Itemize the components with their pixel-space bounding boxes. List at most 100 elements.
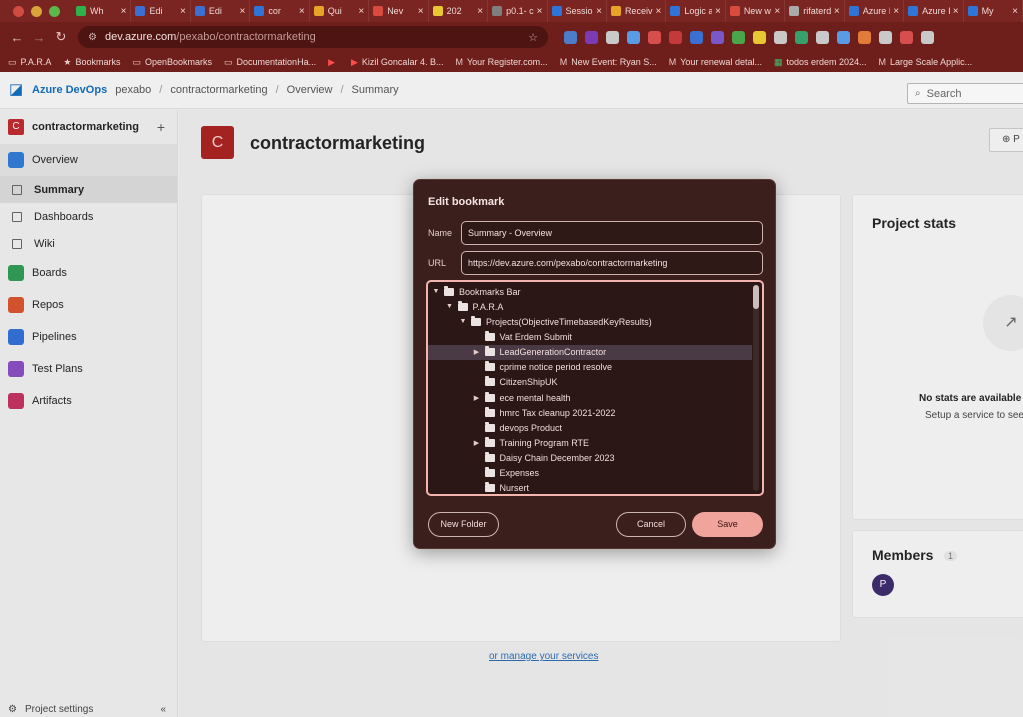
- tab-close-icon[interactable]: ×: [1012, 6, 1018, 17]
- folder-tree-item[interactable]: ▶ LeadGenerationContractor: [428, 344, 752, 360]
- folder-tree-item[interactable]: ▶ ece mental health: [428, 390, 752, 405]
- bookmark-item[interactable]: ▭ OpenBookmarks: [132, 57, 212, 68]
- tab-close-icon[interactable]: ×: [596, 6, 602, 17]
- browser-tab[interactable]: cor ×: [250, 0, 310, 22]
- bookmark-item[interactable]: ▶ Kizil Goncalar 4. B...: [351, 57, 443, 68]
- tab-close-icon[interactable]: ×: [358, 6, 364, 17]
- tab-close-icon[interactable]: ×: [477, 6, 483, 17]
- scrollbar[interactable]: [753, 285, 759, 491]
- folder-tree-item[interactable]: CitizenShipUK: [428, 375, 752, 390]
- browser-tab[interactable]: Edi ×: [131, 0, 191, 22]
- tab-close-icon[interactable]: ×: [893, 6, 899, 17]
- scrollbar-thumb[interactable]: [753, 285, 759, 309]
- bookmark-item[interactable]: M New Event: Ryan S...: [560, 57, 657, 67]
- folder-tree[interactable]: ▼ Bookmarks Bar ▼ P.A.R.A ▼ Projects(Objectiv…: [426, 280, 764, 496]
- tab-close-icon[interactable]: ×: [537, 6, 543, 17]
- bookmark-item[interactable]: M Your Register.com...: [455, 57, 547, 67]
- chevron-right-icon[interactable]: ▶: [472, 439, 482, 447]
- tab-close-icon[interactable]: ×: [953, 6, 959, 17]
- extension-icon[interactable]: [585, 30, 598, 44]
- tab-close-icon[interactable]: ×: [180, 6, 186, 17]
- bookmark-item[interactable]: M Large Scale Applic...: [879, 57, 973, 67]
- browser-tab[interactable]: Sessio ×: [548, 0, 607, 22]
- address-bar[interactable]: ⚙ dev.azure.com/pexabo/contractormarketi…: [78, 26, 548, 48]
- browser-tab[interactable]: 202 ×: [429, 0, 489, 22]
- tab-close-icon[interactable]: ×: [656, 6, 662, 17]
- folder-tree-item[interactable]: devops Product: [428, 420, 752, 435]
- expand-down-icon[interactable]: ▼: [458, 318, 468, 325]
- bookmark-star-icon[interactable]: ☆: [528, 31, 538, 44]
- bookmark-item[interactable]: ★ Bookmarks: [63, 57, 120, 68]
- name-field[interactable]: [461, 221, 763, 245]
- folder-tree-item[interactable]: ▼ Bookmarks Bar: [428, 284, 752, 299]
- folder-tree-item[interactable]: ▼ Projects(ObjectiveTimebasedKeyResults): [428, 314, 752, 329]
- minimize-window-button[interactable]: [31, 5, 42, 17]
- browser-tab[interactable]: Azure I ×: [845, 0, 905, 22]
- folder-tree-item[interactable]: cprime notice period resolve: [428, 360, 752, 375]
- bookmark-item[interactable]: ▶: [328, 57, 339, 68]
- folder-tree-item[interactable]: hmrc Tax cleanup 2021-2022: [428, 405, 752, 420]
- extension-icon[interactable]: [900, 30, 913, 44]
- tab-close-icon[interactable]: ×: [715, 6, 721, 17]
- close-window-button[interactable]: [13, 5, 24, 17]
- save-button[interactable]: Save: [692, 512, 763, 537]
- tab-close-icon[interactable]: ×: [239, 6, 245, 17]
- cancel-button[interactable]: Cancel: [616, 512, 686, 537]
- tab-close-icon[interactable]: ×: [299, 6, 305, 17]
- bookmark-item[interactable]: ▦ todos erdem 2024...: [774, 57, 867, 68]
- folder-icon: [484, 421, 495, 432]
- extension-icon[interactable]: [921, 30, 934, 44]
- folder-tree-item[interactable]: Expenses: [428, 466, 752, 481]
- browser-tab[interactable]: New w ×: [726, 0, 786, 22]
- extension-icon[interactable]: [606, 30, 619, 44]
- browser-tab[interactable]: Qui ×: [310, 0, 370, 22]
- expand-down-icon[interactable]: ▼: [445, 303, 455, 310]
- new-folder-button[interactable]: New Folder: [428, 512, 499, 537]
- extension-icon[interactable]: [816, 30, 829, 44]
- expand-down-icon[interactable]: ▼: [431, 288, 441, 295]
- back-icon[interactable]: ←: [6, 30, 28, 45]
- extension-icon[interactable]: [858, 30, 871, 44]
- tab-close-icon[interactable]: ×: [418, 6, 424, 17]
- extension-icon[interactable]: [795, 30, 808, 44]
- browser-tab[interactable]: p0.1- c ×: [488, 0, 548, 22]
- extension-icon[interactable]: [690, 30, 703, 44]
- extension-icon[interactable]: [627, 30, 640, 44]
- browser-tab[interactable]: rifaterd ×: [785, 0, 845, 22]
- chevron-right-icon[interactable]: ▶: [472, 394, 482, 402]
- browser-tab[interactable]: Edi ×: [191, 0, 251, 22]
- bookmark-item[interactable]: ▭ DocumentationHa...: [224, 57, 316, 68]
- tab-close-icon[interactable]: ×: [774, 6, 780, 17]
- extension-icon[interactable]: [669, 30, 682, 44]
- folder-tree-item[interactable]: Nursert: [428, 481, 752, 494]
- reload-icon[interactable]: ↻: [50, 29, 72, 45]
- bookmark-item[interactable]: M Your renewal detal...: [669, 57, 762, 67]
- folder-tree-item[interactable]: ▼ P.A.R.A: [428, 299, 752, 314]
- extension-icon[interactable]: [711, 30, 724, 44]
- extension-icon[interactable]: [564, 30, 577, 44]
- folder-icon: ▭: [224, 56, 233, 67]
- url-field[interactable]: [461, 251, 763, 275]
- forward-icon[interactable]: →: [28, 30, 50, 45]
- browser-tab[interactable]: Azure I ×: [904, 0, 964, 22]
- bookmark-item[interactable]: ▭ P.A.R.A: [8, 57, 51, 68]
- browser-tab[interactable]: My ×: [964, 0, 1023, 22]
- browser-tab[interactable]: Nev ×: [369, 0, 429, 22]
- folder-tree-item[interactable]: ▶ Training Program RTE: [428, 436, 752, 451]
- extension-icon[interactable]: [753, 30, 766, 44]
- maximize-window-button[interactable]: [49, 5, 60, 17]
- extension-icon[interactable]: [879, 30, 892, 44]
- browser-tab[interactable]: Receiv ×: [607, 0, 667, 22]
- tab-close-icon[interactable]: ×: [121, 6, 127, 17]
- extension-icon[interactable]: [648, 30, 661, 44]
- chevron-right-icon[interactable]: ▶: [472, 348, 482, 356]
- tab-close-icon[interactable]: ×: [834, 6, 840, 17]
- folder-tree-item[interactable]: Vat Erdem Submit: [428, 329, 752, 344]
- extension-icon[interactable]: [774, 30, 787, 44]
- extension-icon[interactable]: [837, 30, 850, 44]
- folder-tree-item[interactable]: Daisy Chain December 2023: [428, 451, 752, 466]
- browser-tab[interactable]: Logic a ×: [666, 0, 726, 22]
- site-info-icon[interactable]: ⚙: [88, 32, 97, 43]
- extension-icon[interactable]: [732, 30, 745, 44]
- browser-tab[interactable]: Wh ×: [72, 0, 132, 22]
